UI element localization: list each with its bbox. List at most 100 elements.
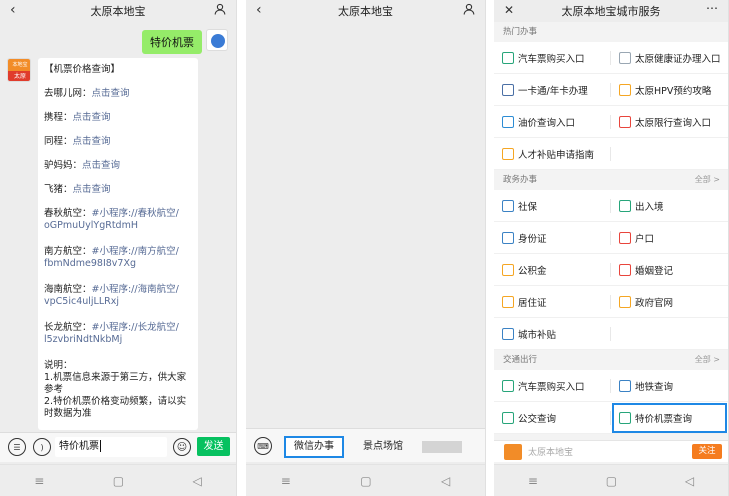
chat-header: ‹ 太原本地宝 <box>0 0 236 22</box>
service-item[interactable]: 婚姻登记 <box>611 254 728 286</box>
mini-program-link[interactable]: #小程序://南方航空/ <box>92 246 179 257</box>
service-item[interactable]: 社保 <box>494 190 611 222</box>
service-item[interactable]: 汽车票购买入口 <box>494 370 611 402</box>
service-label: 公积金 <box>518 265 547 277</box>
service-label: 婚姻登记 <box>635 265 674 277</box>
service-item[interactable]: 人才补贴申请指南 <box>494 138 611 170</box>
service-label: 地铁查询 <box>635 381 674 393</box>
bot-avatar[interactable]: 本地宝 太原 <box>7 58 31 82</box>
view-all-link[interactable]: 全部 > <box>695 170 720 190</box>
service-item[interactable]: 地铁查询 <box>611 370 728 402</box>
mini-program-link[interactable]: #小程序://长龙航空/ <box>92 322 179 333</box>
service-item[interactable]: 出入境 <box>611 190 728 222</box>
service-icon <box>619 83 631 96</box>
emoji-icon[interactable]: ☺ <box>173 438 191 456</box>
service-icon <box>502 115 514 128</box>
chat-screen: ‹ 太原本地宝 特价机票 本地宝 太原 【机票价格查询】 去哪儿网：点击查询 携… <box>0 0 237 496</box>
service-item[interactable]: 汽车票购买入口 <box>494 42 611 74</box>
service-icon <box>619 231 631 244</box>
menu-wechat-services[interactable]: 微信办事 <box>284 436 344 458</box>
service-item[interactable]: 特价机票查询 <box>611 402 728 434</box>
empty-cell <box>611 318 728 350</box>
menu-blurred-item[interactable] <box>422 441 462 453</box>
service-label: 油价查询入口 <box>518 117 576 129</box>
close-icon[interactable]: ✕ <box>504 3 514 17</box>
home-icon[interactable]: ▢ <box>360 474 371 488</box>
my-avatar[interactable] <box>206 29 228 51</box>
service-label: 太原限行查询入口 <box>635 117 712 129</box>
account-footer: 太原本地宝 关注 <box>494 440 728 462</box>
account-logo-icon <box>504 444 522 460</box>
message-input[interactable]: 特价机票 <box>55 437 167 457</box>
menu-scenic-venues[interactable]: 景点场馆 <box>358 436 408 458</box>
menu-icon[interactable]: ≡ <box>281 474 291 488</box>
home-icon[interactable]: ▢ <box>606 474 617 488</box>
note-title: 说明： <box>44 360 73 371</box>
service-grid: 社保 出入境身份证 户口公积金 婚姻登记居住证 政府官网城市补贴 <box>494 190 728 350</box>
section-header: 交通出行 全部 > <box>494 350 728 370</box>
query-link[interactable]: 点击查询 <box>92 88 130 99</box>
query-link-row: 携程：点击查询 <box>44 112 111 123</box>
service-item[interactable]: 一卡通/年卡办理 <box>494 74 611 106</box>
service-item[interactable]: 身份证 <box>494 222 611 254</box>
airline-row: 春秋航空：#小程序://春秋航空/oGPmuUylYgRtdmH <box>44 208 179 231</box>
menu-list-icon[interactable]: ☰ <box>8 438 26 456</box>
send-button[interactable]: 发送 <box>197 437 230 456</box>
service-icon <box>502 83 514 96</box>
my-message-bubble: 特价机票 <box>142 30 202 54</box>
service-item[interactable]: 城市补贴 <box>494 318 611 350</box>
service-label: 太原HPV预约攻略 <box>635 85 712 97</box>
back-icon[interactable]: ‹ <box>10 2 16 18</box>
service-label: 公交查询 <box>518 413 557 425</box>
city-service-screen: ✕ 太原本地宝城市服务 ⋯ 热门办事 汽车票购买入口 太原健康证办理入口 一卡通/年卡… <box>494 0 729 496</box>
query-link[interactable]: 点击查询 <box>82 160 120 171</box>
service-icon <box>619 115 631 128</box>
follow-button[interactable]: 关注 <box>692 444 722 459</box>
service-item[interactable]: 太原健康证办理入口 <box>611 42 728 74</box>
airline-row: 南方航空：#小程序://南方航空/fbmNdme98I8v7Xg <box>44 246 179 269</box>
service-section: 交通出行 全部 > 汽车票购买入口 地铁查询公交查询 特价机票查询 <box>494 350 728 434</box>
keyboard-icon[interactable]: ⌨ <box>254 437 272 455</box>
bot-avatar-logo-text: 本地宝 <box>8 59 30 71</box>
back-icon[interactable]: ‹ <box>256 2 262 18</box>
query-link-row: 飞猪：点击查询 <box>44 184 111 195</box>
person-icon[interactable] <box>463 3 475 18</box>
query-link[interactable]: 点击查询 <box>73 184 111 195</box>
service-section: 热门办事 汽车票购买入口 太原健康证办理入口 一卡通/年卡办理 太原HPV预约攻略 油价查… <box>494 22 728 170</box>
service-icon <box>619 199 631 212</box>
mini-program-link[interactable]: #小程序://海南航空/ <box>92 284 179 295</box>
menu-icon[interactable]: ≡ <box>34 474 44 488</box>
home-icon[interactable]: ▢ <box>113 474 124 488</box>
mini-program-link[interactable]: #小程序://春秋航空/ <box>92 208 179 219</box>
more-icon[interactable]: ⋯ <box>706 1 718 15</box>
service-label: 身份证 <box>518 233 547 245</box>
back-triangle-icon[interactable]: ◁ <box>441 474 450 488</box>
service-item[interactable]: 居住证 <box>494 286 611 318</box>
service-label: 太原健康证办理入口 <box>635 53 721 65</box>
note-line: 2.特价机票价格变动频繁，请以实时数据为准 <box>44 396 187 419</box>
service-icon <box>502 379 514 392</box>
service-label: 人才补贴申请指南 <box>518 149 595 161</box>
section-title: 政务办事 <box>503 175 538 185</box>
service-item[interactable]: 公交查询 <box>494 402 611 434</box>
official-account-screen: ‹ 太原本地宝 ⌨ 微信办事 景点场馆 ≡ ▢ ◁ <box>246 0 486 496</box>
service-item[interactable]: 户口 <box>611 222 728 254</box>
footer-account-name: 太原本地宝 <box>528 448 574 458</box>
query-link[interactable]: 点击查询 <box>73 136 111 147</box>
person-icon[interactable] <box>214 3 226 18</box>
service-item[interactable]: 油价查询入口 <box>494 106 611 138</box>
service-item[interactable]: 公积金 <box>494 254 611 286</box>
back-triangle-icon[interactable]: ◁ <box>685 474 694 488</box>
view-all-link[interactable]: 全部 > <box>695 350 720 370</box>
system-nav-bar: ≡ ▢ ◁ <box>246 464 485 496</box>
service-icon <box>502 51 514 64</box>
service-item[interactable]: 政府官网 <box>611 286 728 318</box>
service-label: 城市补贴 <box>518 329 557 341</box>
service-item[interactable]: 太原限行查询入口 <box>611 106 728 138</box>
menu-icon[interactable]: ≡ <box>528 474 538 488</box>
back-triangle-icon[interactable]: ◁ <box>193 474 202 488</box>
query-link[interactable]: 点击查询 <box>73 112 111 123</box>
service-label: 一卡通/年卡办理 <box>518 85 588 97</box>
service-item[interactable]: 太原HPV预约攻略 <box>611 74 728 106</box>
voice-icon[interactable]: ) <box>33 438 51 456</box>
